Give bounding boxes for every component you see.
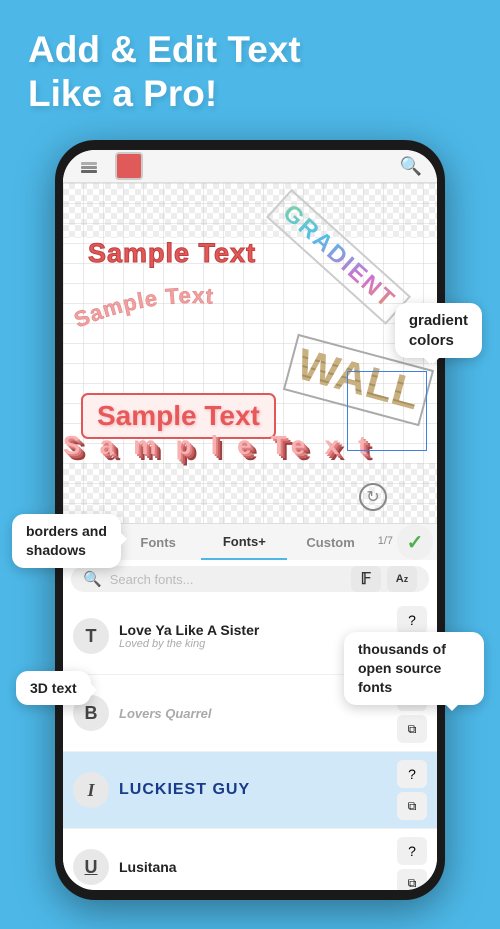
header-line1: Add & Edit Text [28,29,301,70]
font-row-3[interactable]: U Lusitana ? ⧉ [63,829,437,890]
font-name-1: Lovers Quarrel [119,706,387,721]
tooltip-fonts: thousands of open source fonts [344,632,484,705]
action-copy-2[interactable]: ⧉ [397,792,427,820]
check-button[interactable]: ✓ [397,524,433,560]
font-name-3: Lusitana [119,859,387,875]
tooltip-borders: borders and shadows [12,514,121,568]
layers-icon[interactable] [73,150,105,182]
header: Add & Edit Text Like a Pro! [28,28,301,115]
tooltip-gradient: gradient colors [395,303,482,358]
canvas-area[interactable]: Sample Text Sample Text ≡ Sample Text S … [63,183,437,523]
sample-text-2-svg: Sample Text [68,273,318,338]
rotation-handle[interactable]: ↻ [359,483,387,511]
action-copy-3[interactable]: ⧉ [397,869,427,890]
tab-custom[interactable]: Custom [287,524,373,560]
search-icon[interactable]: 🔍 [395,150,427,182]
action-copy-1[interactable]: ⧉ [397,715,427,743]
font-name-2: LUCKIEST GUY [119,781,387,799]
sample-text-1: Sample Text [88,238,256,269]
action-question-3[interactable]: ? [397,837,427,865]
action-question-0[interactable]: ? [397,606,427,634]
font-icon-0: T [73,618,109,654]
font-icon-2: I [73,772,109,808]
font-row-2[interactable]: I LUCKIEST GUY ? ⧉ [63,752,437,829]
color-swatch[interactable] [115,152,143,180]
search-placeholder: Search fonts... [110,572,194,587]
font-style-btn[interactable]: 𝔽 [351,566,381,592]
tooltip-3d: 3D text [16,671,91,705]
top-toolbar: 🔍 [63,150,437,183]
font-icon-3: U [73,849,109,885]
tab-fonts-plus[interactable]: Fonts+ [201,524,287,560]
search-icon-small: 🔍 [83,570,102,588]
sample-text-3d: S a m p l e Te x t [63,430,373,461]
header-line2: Like a Pro! [28,73,217,114]
svg-text:Sample Text: Sample Text [71,283,215,333]
search-bar[interactable]: 🔍 Search fonts... 𝔽 Az [71,566,429,592]
translate-btn[interactable]: Az [387,566,417,592]
page-indicator: 1/7 [378,535,393,548]
action-question-2[interactable]: ? [397,760,427,788]
